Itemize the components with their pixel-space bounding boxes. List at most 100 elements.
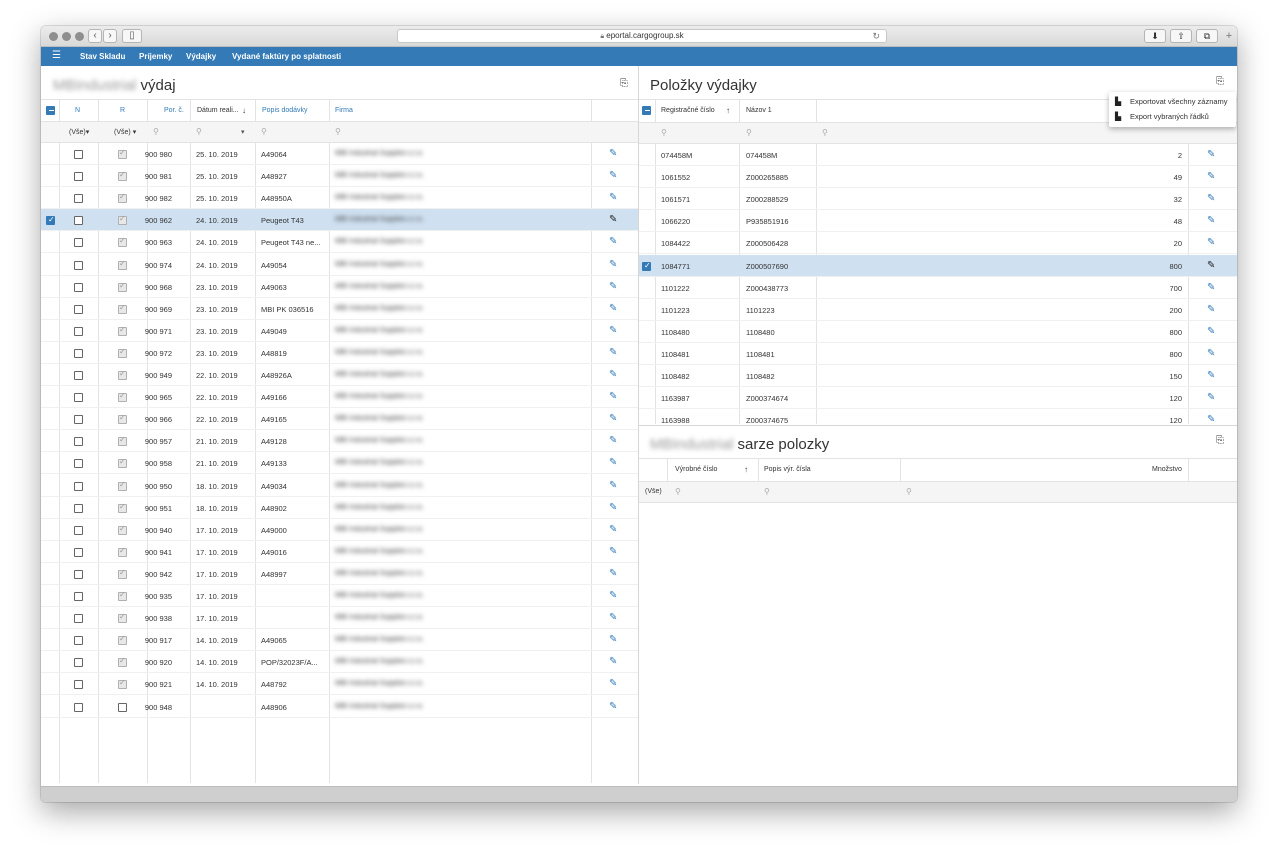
row-select-checkbox[interactable] xyxy=(642,261,651,271)
table-row[interactable]: 1108481 1108481 800 ✎ xyxy=(639,343,1237,365)
n-checkbox[interactable] xyxy=(74,194,83,204)
pencil-icon[interactable]: ✎ xyxy=(609,281,619,292)
pencil-icon[interactable]: ✎ xyxy=(609,657,619,667)
table-row[interactable]: 900 950 18. 10. 2019 A49034 MBI Industrial … xyxy=(41,475,638,497)
table-row[interactable]: 900 962 24. 10. 2019 Peugeot T43 MBI Indust… xyxy=(41,209,638,232)
col-reg-header[interactable]: Registračné číslo xyxy=(661,107,715,114)
col-firma-header[interactable]: Firma xyxy=(335,107,353,114)
n-checkbox[interactable] xyxy=(74,614,83,624)
table-row[interactable]: 900 971 23. 10. 2019 A49049 MBI Industrial … xyxy=(41,320,638,342)
export-all-menu-item[interactable]: ▙ Exportovat všechny záznamy xyxy=(1115,97,1228,106)
search-icon[interactable]: ⚲ xyxy=(153,127,159,136)
pencil-icon[interactable]: ✎ xyxy=(609,546,619,557)
pencil-icon[interactable]: ✎ xyxy=(1207,371,1217,381)
r-checkbox[interactable] xyxy=(118,259,127,270)
r-checkbox[interactable] xyxy=(118,568,127,579)
n-checkbox[interactable] xyxy=(74,503,83,513)
pencil-icon[interactable]: ✎ xyxy=(1207,194,1217,204)
pencil-icon[interactable]: ✎ xyxy=(1207,216,1217,226)
reload-icon[interactable]: ↻ xyxy=(872,30,880,42)
pencil-icon[interactable]: ✎ xyxy=(609,325,619,336)
n-checkbox[interactable] xyxy=(74,238,83,248)
pencil-icon[interactable]: ✎ xyxy=(609,458,619,468)
table-row[interactable]: 1163987 Z000374674 120 ✎ xyxy=(639,387,1237,410)
sort-down-icon[interactable]: ↓ xyxy=(242,106,246,115)
table-row[interactable]: 900 972 23. 10. 2019 A48819 MBI Industrial … xyxy=(41,342,638,364)
table-row[interactable]: 900 958 21. 10. 2019 A49133 MBI Industrial … xyxy=(41,452,638,475)
search-icon[interactable]: ⚲ xyxy=(675,487,681,496)
table-row[interactable]: 900 920 14. 10. 2019 POP/32023F/A... MBI In… xyxy=(41,651,638,674)
pencil-icon[interactable]: ✎ xyxy=(1207,415,1217,424)
back-button[interactable]: ‹ xyxy=(88,29,102,43)
pencil-icon[interactable]: ✎ xyxy=(609,701,619,712)
n-checkbox[interactable] xyxy=(74,371,83,380)
n-checkbox[interactable] xyxy=(74,547,83,557)
n-checkbox[interactable] xyxy=(74,393,83,403)
n-checkbox[interactable] xyxy=(74,592,83,601)
col-popis-header[interactable]: Popis dodávky xyxy=(262,107,308,114)
table-row[interactable]: 1108482 1108482 150 ✎ xyxy=(639,365,1237,388)
pencil-icon[interactable]: ✎ xyxy=(609,237,619,247)
table-row[interactable]: 1061552 Z000265885 49 ✎ xyxy=(639,166,1237,189)
row-select-checkbox[interactable] xyxy=(46,215,55,226)
close-window-button[interactable] xyxy=(49,32,58,41)
col-datum-header[interactable]: Dátum reali... xyxy=(197,107,239,114)
r-checkbox[interactable] xyxy=(118,678,127,690)
table-row[interactable]: 900 980 25. 10. 2019 A49064 MBI Industrial … xyxy=(41,143,638,166)
table-row[interactable]: 1101223 1101223 200 ✎ xyxy=(639,299,1237,321)
pencil-icon[interactable]: ✎ xyxy=(1207,238,1217,248)
minimize-window-button[interactable] xyxy=(62,32,71,41)
table-row[interactable]: 900 974 24. 10. 2019 A49054 MBI Industrial … xyxy=(41,254,638,276)
select-all-checkbox[interactable] xyxy=(46,106,55,115)
pencil-icon[interactable]: ✎ xyxy=(609,591,619,601)
search-icon[interactable]: ⚲ xyxy=(746,128,752,137)
table-row[interactable]: 900 957 21. 10. 2019 A49128 MBI Industrial … xyxy=(41,430,638,453)
r-checkbox[interactable] xyxy=(118,502,127,513)
r-checkbox[interactable] xyxy=(118,612,127,624)
pencil-icon[interactable]: ✎ xyxy=(1207,150,1217,160)
pencil-icon[interactable]: ✎ xyxy=(1207,282,1217,293)
n-checkbox[interactable] xyxy=(74,680,83,690)
pencil-icon[interactable]: ✎ xyxy=(609,259,619,270)
r-checkbox[interactable] xyxy=(118,236,127,248)
sort-up-icon[interactable]: ↑ xyxy=(744,465,748,474)
filter-r-select[interactable]: (Vše) ▾ xyxy=(114,128,136,136)
n-checkbox[interactable] xyxy=(74,569,83,579)
pencil-icon[interactable]: ✎ xyxy=(609,171,619,181)
r-checkbox[interactable] xyxy=(118,435,127,447)
pencil-icon[interactable]: ✎ xyxy=(609,502,619,513)
pencil-icon[interactable]: ✎ xyxy=(1207,172,1217,182)
search-icon[interactable]: ⚲ xyxy=(822,128,828,137)
r-checkbox[interactable] xyxy=(118,170,127,182)
table-row[interactable]: 900 981 25. 10. 2019 A48927 MBI Industrial … xyxy=(41,165,638,188)
share-icon[interactable]: ⇧ xyxy=(1170,29,1192,43)
table-row[interactable]: 900 963 24. 10. 2019 Peugeot T43 ne... MBI … xyxy=(41,231,638,254)
table-row[interactable]: 900 941 17. 10. 2019 A49016 MBI Industrial … xyxy=(41,541,638,563)
table-row[interactable]: 900 942 17. 10. 2019 A48997 MBI Industrial … xyxy=(41,563,638,585)
col-popis-vyr-header[interactable]: Popis výr. čísla xyxy=(764,466,811,473)
pencil-icon[interactable]: ✎ xyxy=(609,613,619,623)
pencil-icon[interactable]: ✎ xyxy=(609,414,619,424)
r-checkbox[interactable] xyxy=(118,546,127,557)
table-row[interactable]: 900 951 18. 10. 2019 A48902 MBI Industrial … xyxy=(41,497,638,519)
new-tab-icon[interactable]: + xyxy=(1223,31,1235,43)
filter-n-select[interactable]: (Vše)▾ xyxy=(69,128,89,136)
r-checkbox[interactable] xyxy=(118,214,127,226)
table-row[interactable]: 900 965 22. 10. 2019 A49166 MBI Industrial … xyxy=(41,386,638,409)
pencil-icon[interactable]: ✎ xyxy=(609,303,619,314)
pencil-icon[interactable]: ✎ xyxy=(609,193,619,203)
r-checkbox[interactable] xyxy=(118,325,127,336)
r-checkbox[interactable] xyxy=(118,634,127,646)
n-checkbox[interactable] xyxy=(74,348,83,358)
zoom-window-button[interactable] xyxy=(75,32,84,41)
col-por-header[interactable]: Por. č. xyxy=(164,107,184,114)
export-icon[interactable]: ⎘ xyxy=(1216,76,1226,87)
pencil-icon[interactable]: ✎ xyxy=(1207,304,1217,315)
pencil-icon[interactable]: ✎ xyxy=(609,679,619,689)
export-icon[interactable]: ⎘ xyxy=(620,78,630,89)
n-checkbox[interactable] xyxy=(74,216,83,226)
pencil-icon[interactable]: ✎ xyxy=(609,635,619,645)
r-checkbox[interactable] xyxy=(118,391,127,403)
table-row[interactable]: 1101222 Z000438773 700 ✎ xyxy=(639,277,1237,299)
pencil-icon[interactable]: ✎ xyxy=(609,392,619,402)
